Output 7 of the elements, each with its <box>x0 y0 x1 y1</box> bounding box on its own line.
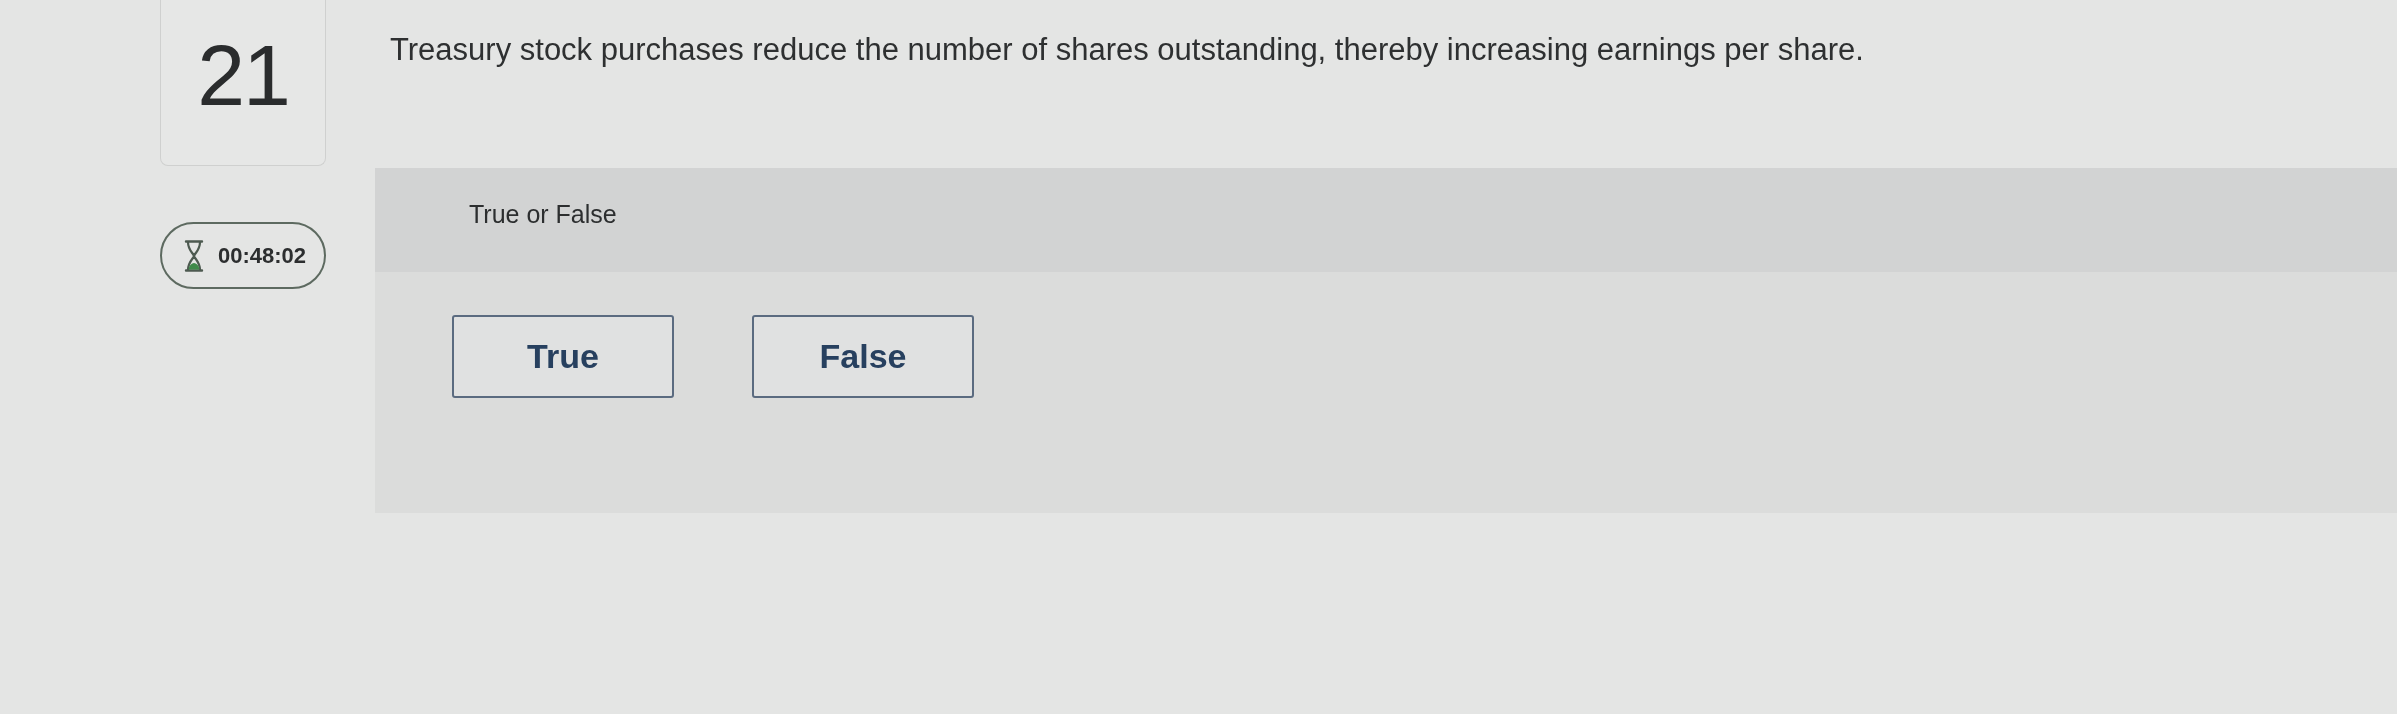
answer-option-button[interactable]: False <box>752 315 974 398</box>
answer-prompt: True or False <box>469 199 617 230</box>
timer-text: 00:48:02 <box>218 242 307 269</box>
question-text: Treasury stock purchases reduce the number of shares outstanding, thereby increasing earnings per share. <box>390 31 1864 69</box>
answer-option-button[interactable]: True <box>452 315 674 398</box>
hourglass-icon <box>184 239 204 272</box>
question-number: 21 <box>197 32 289 118</box>
